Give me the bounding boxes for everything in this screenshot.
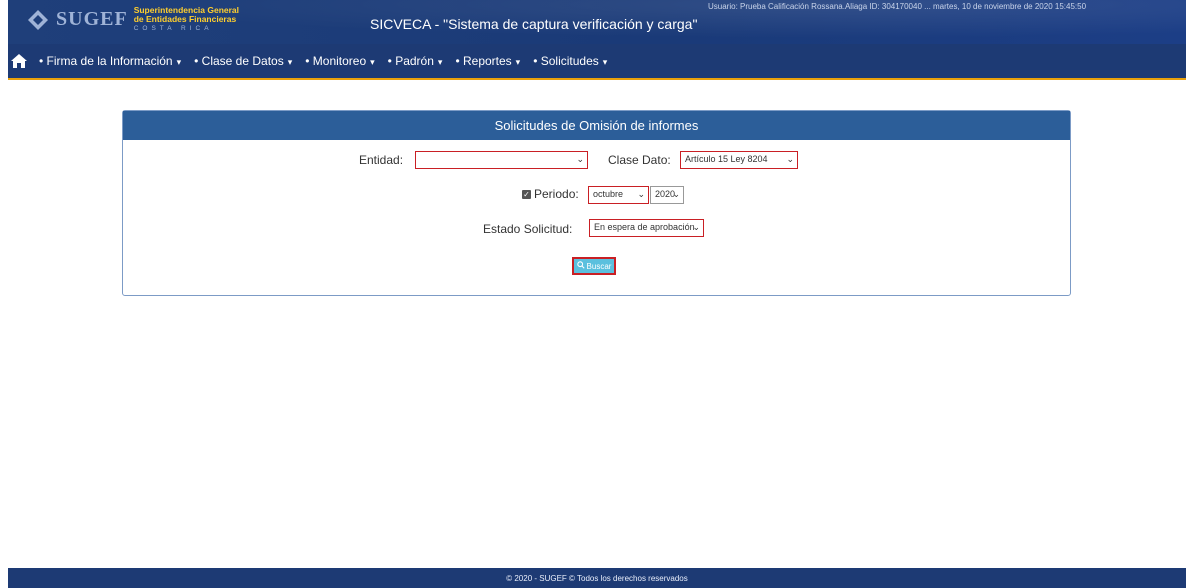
app-title: SICVECA - "Sistema de captura verificaci…	[370, 16, 698, 32]
entidad-label: Entidad:	[359, 153, 404, 167]
chevron-down-icon: ▾	[437, 57, 443, 67]
chevron-down-icon: ⌄	[637, 189, 645, 199]
panel-title: Solicitudes de Omisión de informes	[123, 111, 1070, 140]
sugef-logo-icon	[26, 8, 50, 32]
search-icon	[576, 261, 585, 271]
chevron-down-icon: ▾	[515, 57, 521, 67]
nav-solicitudes[interactable]: • Solicitudes ▾	[533, 54, 607, 68]
home-icon[interactable]	[10, 52, 28, 70]
logo-brand: SUGEF	[56, 8, 128, 30]
user-info: Usuario: Prueba Calificación Rossana.Ali…	[708, 2, 1087, 11]
entidad-select[interactable]: ⌄	[415, 151, 588, 169]
clase-dato-label: Clase Dato:	[608, 153, 671, 167]
nav-monitoreo[interactable]: • Monitoreo ▾	[305, 54, 374, 68]
nav-clase-datos[interactable]: • Clase de Datos ▾	[194, 54, 292, 68]
footer-text: © 2020 - SUGEF © Todos los derechos rese…	[506, 573, 688, 583]
chevron-down-icon: ⌄	[576, 154, 584, 164]
footer: © 2020 - SUGEF © Todos los derechos rese…	[8, 568, 1186, 588]
logo-line2: de Entidades Financieras	[133, 14, 237, 24]
nav-padron[interactable]: • Padrón ▾	[388, 54, 443, 68]
chevron-down-icon: ▾	[176, 57, 182, 67]
clase-dato-select[interactable]: Artículo 15 Ley 8204 ⌄	[680, 151, 798, 169]
sugef-logo: SUGEF Superintendencia General de Entida…	[26, 6, 239, 33]
logo-line3: COSTA RICA	[133, 25, 213, 32]
main-nav: • Firma de la Información ▾ • Clase de Da…	[8, 44, 1186, 80]
nav-reportes[interactable]: • Reportes ▾	[455, 54, 520, 68]
chevron-down-icon: ⌄	[692, 222, 700, 232]
nav-firma[interactable]: • Firma de la Información ▾	[39, 54, 181, 68]
periodo-year-select[interactable]: 2020 ⌄	[650, 186, 684, 204]
app-window: SUGEF Superintendencia General de Entida…	[8, 0, 1186, 588]
chevron-down-icon: ⌄	[786, 154, 794, 164]
periodo-checkbox[interactable]: ✓	[522, 190, 531, 199]
chevron-down-icon: ▾	[602, 57, 608, 67]
estado-select[interactable]: En espera de aprobación ⌄	[589, 219, 704, 237]
periodo-month-select[interactable]: octubre ⌄	[588, 186, 649, 204]
app-header: SUGEF Superintendencia General de Entida…	[8, 0, 1186, 44]
chevron-down-icon: ▾	[287, 57, 293, 67]
buscar-button[interactable]: Buscar	[572, 257, 616, 275]
search-panel: Solicitudes de Omisión de informes Entid…	[122, 110, 1071, 296]
chevron-down-icon: ⌄	[672, 189, 680, 199]
chevron-down-icon: ▾	[370, 57, 375, 67]
periodo-label: Periodo:	[534, 187, 579, 201]
estado-label: Estado Solicitud:	[483, 222, 573, 236]
